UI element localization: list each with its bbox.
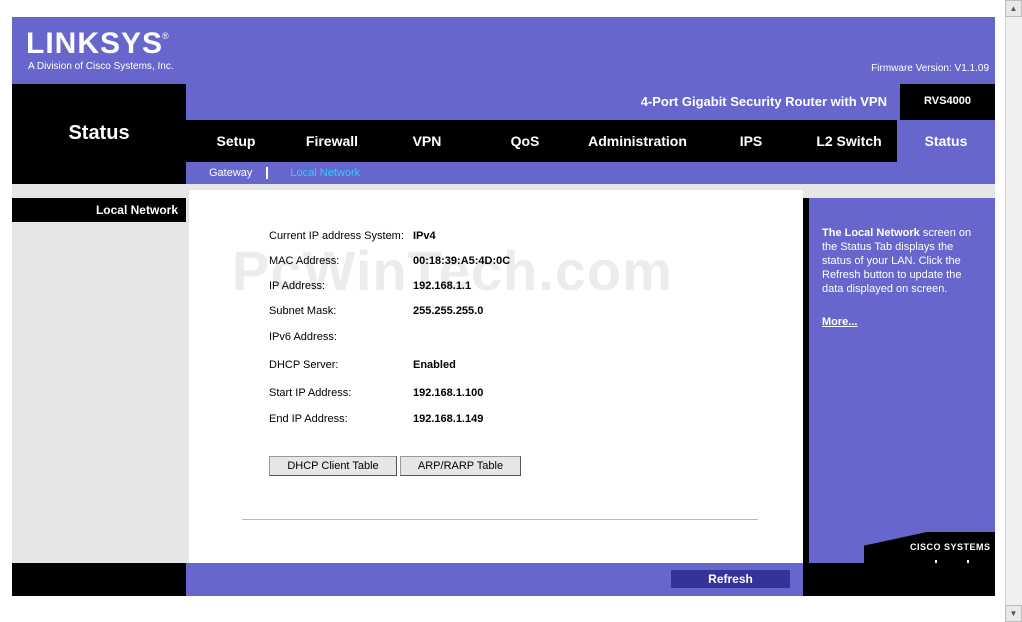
refresh-button[interactable]: Refresh	[671, 570, 790, 588]
product-name: 4-Port Gigabit Security Router with VPN	[640, 94, 887, 109]
tab-setup[interactable]: Setup	[186, 120, 286, 162]
subnav-separator	[266, 167, 269, 179]
field-label-end-ip: End IP Address:	[269, 413, 348, 425]
main-nav: Setup Firewall VPN QoS Administration IP…	[186, 120, 995, 162]
tab-status[interactable]: Status	[897, 120, 995, 162]
field-label-subnet: Subnet Mask:	[269, 305, 337, 317]
top-header: LINKSYS ® A Division of Cisco Systems, I…	[12, 17, 995, 84]
field-value-dhcp: Enabled	[413, 359, 456, 371]
logo-registered-mark: ®	[162, 31, 169, 41]
product-bar: 4-Port Gigabit Security Router with VPN	[186, 84, 900, 120]
field-label-dhcp: DHCP Server:	[269, 359, 339, 371]
tab-vpn[interactable]: VPN	[378, 120, 476, 162]
arp-rarp-table-button[interactable]: ARP/RARP Table	[400, 456, 521, 476]
footer-left	[12, 563, 186, 596]
firmware-version: Firmware Version: V1.1.09	[871, 63, 989, 74]
page-title-block: Status	[12, 84, 186, 184]
content-divider	[242, 519, 758, 520]
linksys-logo: LINKSYS	[26, 27, 164, 60]
vertical-scrollbar[interactable]	[1005, 0, 1022, 622]
field-value-ip-system: IPv4	[413, 230, 436, 242]
subtab-gateway[interactable]: Gateway	[209, 167, 252, 179]
help-text: The Local Network screen on the Status T…	[822, 226, 982, 296]
dhcp-client-table-button[interactable]: DHCP Client Table	[269, 456, 397, 476]
field-value-ip: 192.168.1.1	[413, 280, 472, 292]
left-column	[12, 198, 186, 563]
model-name: RVS4000	[924, 95, 971, 107]
field-label-ip: IP Address:	[269, 280, 326, 292]
field-value-mac: 00:18:39:A5:4D:0C	[413, 255, 511, 267]
help-more-link[interactable]: More...	[822, 316, 857, 328]
field-value-end-ip: 192.168.1.149	[413, 413, 484, 425]
subtab-local-network[interactable]: Local Network	[290, 167, 360, 179]
page-title: Status	[68, 122, 130, 144]
watermark: PcWinTech.com	[232, 239, 673, 302]
field-value-start-ip: 192.168.1.100	[413, 387, 484, 399]
field-label-start-ip: Start IP Address:	[269, 387, 352, 399]
model-box: RVS4000	[900, 84, 995, 120]
field-label-ip-system: Current IP address System:	[269, 230, 404, 242]
logo-subtitle: A Division of Cisco Systems, Inc.	[28, 61, 174, 72]
scroll-down-icon[interactable]: ▼	[1005, 605, 1022, 622]
help-text-bold: The Local Network	[822, 227, 920, 239]
tab-qos[interactable]: QoS	[476, 120, 574, 162]
footer-right	[803, 563, 995, 596]
section-label: Local Network	[12, 198, 186, 222]
tab-firewall[interactable]: Firewall	[286, 120, 378, 162]
scroll-up-icon[interactable]: ▲	[1005, 0, 1022, 17]
cisco-logo-text: CISCO SYSTEMS	[910, 542, 991, 552]
sub-nav: Gateway Local Network	[186, 162, 995, 184]
tab-ips[interactable]: IPS	[701, 120, 801, 162]
field-label-mac: MAC Address:	[269, 255, 340, 267]
field-value-subnet: 255.255.255.0	[413, 305, 484, 317]
tab-administration[interactable]: Administration	[574, 120, 701, 162]
tab-l2-switch[interactable]: L2 Switch	[801, 120, 897, 162]
field-label-ipv6: IPv6 Address:	[269, 331, 337, 343]
